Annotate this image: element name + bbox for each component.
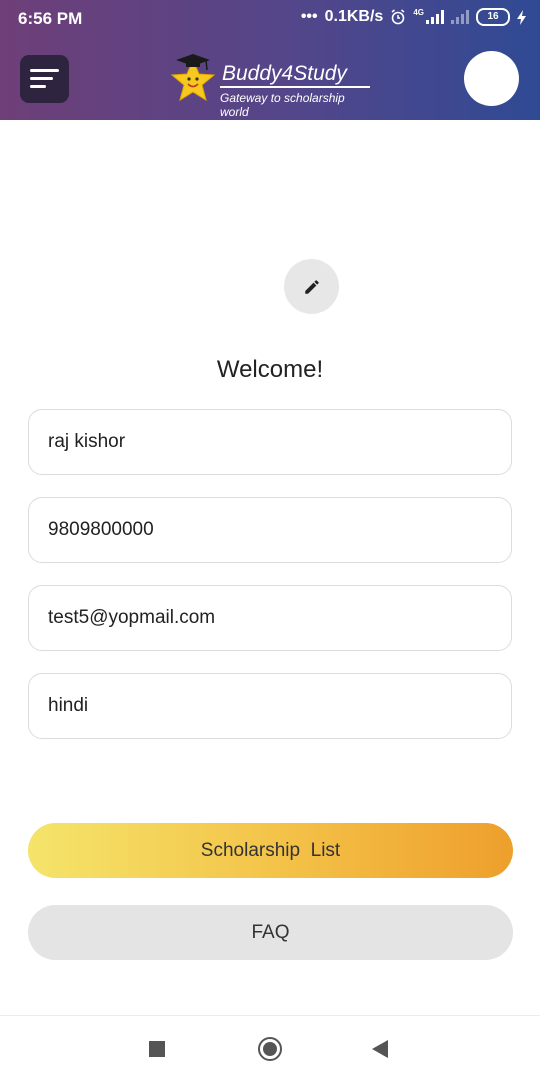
status-net-speed: 0.1KB/s — [324, 8, 384, 25]
signal-icon — [426, 10, 444, 24]
email-field[interactable] — [28, 585, 512, 651]
charging-icon — [517, 9, 526, 25]
brand-name: Buddy4Study — [222, 62, 347, 85]
language-field[interactable] — [28, 673, 512, 739]
brand-logo: Buddy4Study Gateway to scholarship world — [166, 52, 376, 119]
name-field[interactable] — [28, 409, 512, 475]
pencil-icon — [304, 279, 319, 294]
brand-tagline: Gateway to scholarship world — [220, 91, 345, 119]
scholarship-list-label: Scholarship List — [200, 839, 341, 861]
menu-icon — [30, 69, 59, 72]
system-nav-bar — [0, 1015, 540, 1081]
menu-icon-line — [30, 77, 53, 80]
status-dots: ••• — [300, 8, 318, 25]
scholarship-list-button[interactable]: Scholarship List — [28, 823, 513, 878]
back-icon[interactable] — [372, 1040, 388, 1058]
profile-avatar[interactable] — [464, 51, 519, 106]
faq-button[interactable]: FAQ — [28, 905, 513, 960]
status-time: 6:56 PM — [18, 9, 83, 28]
welcome-text: Welcome! — [216, 356, 324, 383]
edit-profile-button[interactable] — [284, 259, 339, 314]
recents-icon[interactable] — [149, 1041, 165, 1057]
phone-field[interactable] — [28, 497, 512, 563]
network-type: 4G — [413, 8, 424, 17]
brand-underline — [220, 86, 370, 88]
star-mascot-icon — [170, 54, 216, 102]
battery-level: 16 — [487, 11, 499, 22]
alarm-icon — [391, 9, 405, 25]
home-icon[interactable] — [258, 1037, 282, 1061]
signal-weak-icon — [451, 10, 469, 24]
menu-button[interactable] — [20, 55, 69, 103]
faq-label: FAQ — [251, 921, 290, 943]
battery-icon: 16 — [476, 8, 510, 26]
menu-icon-line — [30, 85, 46, 88]
status-bar: 6:56 PM ••• 0.1KB/s 4G 16 — [0, 0, 540, 38]
status-right: ••• 0.1KB/s 4G 16 — [301, 8, 526, 26]
